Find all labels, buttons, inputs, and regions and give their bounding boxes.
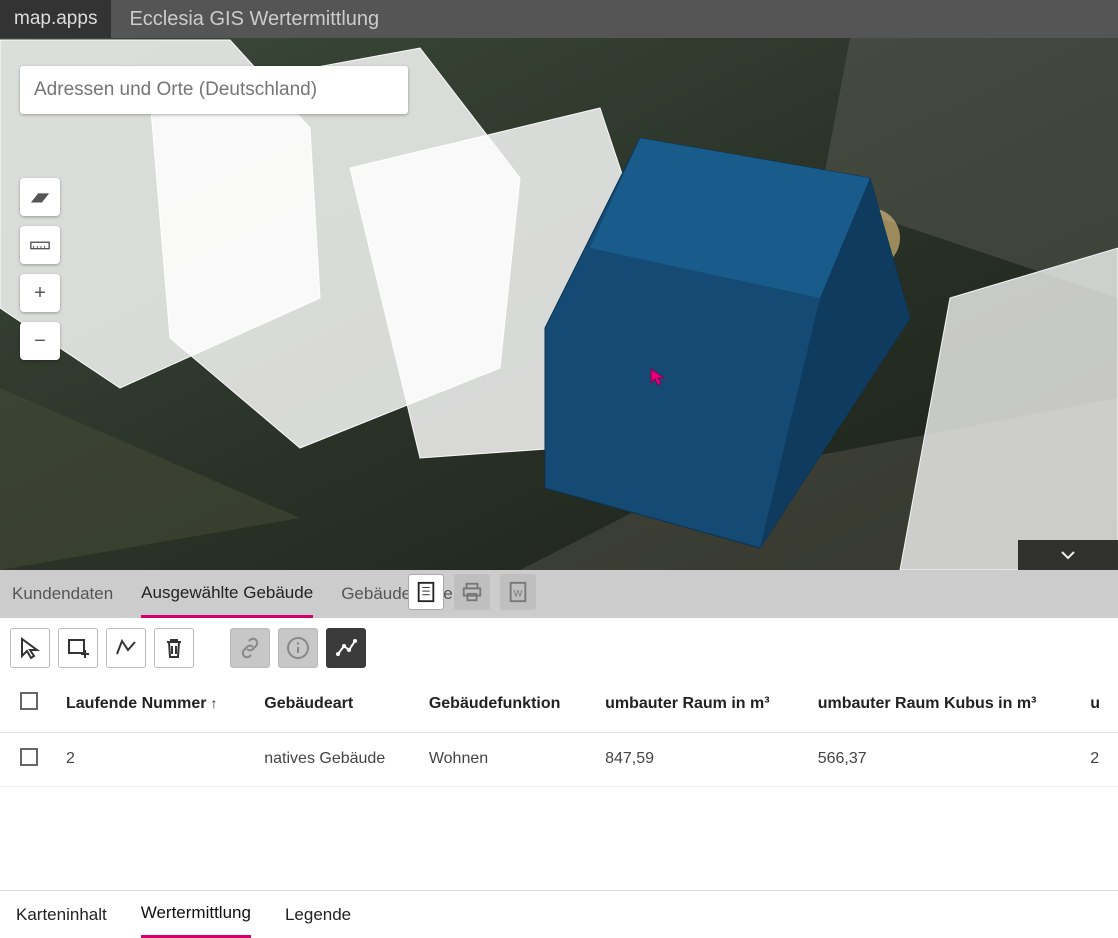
- polygon-icon: [114, 636, 138, 660]
- collapse-panel-button[interactable]: [1018, 540, 1118, 570]
- table-header-row: Laufende Nummer↑ Gebäudeart Gebäudefunkt…: [0, 676, 1118, 732]
- view2d-icon: [29, 237, 51, 253]
- info-button: [278, 628, 318, 668]
- panel-tabbar: Kundendaten Ausgewählte Gebäude Gebäudew…: [0, 570, 1118, 618]
- select-all-checkbox[interactable]: [20, 692, 38, 710]
- tab-legende[interactable]: Legende: [285, 891, 351, 938]
- graph-icon: [334, 636, 358, 660]
- view-3d-button[interactable]: [20, 178, 60, 216]
- map-3d-scene: [0, 38, 1118, 570]
- tab-kundendaten[interactable]: Kundendaten: [12, 570, 113, 618]
- map-controls: + −: [20, 178, 60, 360]
- cursor-icon: [650, 368, 666, 386]
- cell-funktion: Wohnen: [415, 732, 591, 786]
- page-title: Ecclesia GIS Wertermittlung: [129, 8, 379, 31]
- col-gebaeudeart[interactable]: Gebäudeart: [250, 676, 415, 732]
- address-search[interactable]: [20, 66, 408, 114]
- print-icon: [461, 581, 483, 603]
- cell-raum: 847,59: [591, 732, 804, 786]
- col-extra[interactable]: u: [1076, 676, 1118, 732]
- col-umbauter-raum-kubus[interactable]: umbauter Raum Kubus in m³: [804, 676, 1077, 732]
- add-rect-icon: [66, 636, 90, 660]
- buildings-panel: Laufende Nummer↑ Gebäudeart Gebäudefunkt…: [0, 618, 1118, 890]
- address-search-input[interactable]: [34, 79, 394, 101]
- map-view[interactable]: + −: [0, 38, 1118, 570]
- col-umbauter-raum[interactable]: umbauter Raum in m³: [591, 676, 804, 732]
- tab-wertermittlung[interactable]: Wertermittlung: [141, 891, 251, 938]
- report-text-button[interactable]: [408, 574, 444, 610]
- select-tool-button[interactable]: [10, 628, 50, 668]
- pointer-icon: [18, 636, 42, 660]
- delete-button[interactable]: [154, 628, 194, 668]
- zoom-in-button[interactable]: +: [20, 274, 60, 312]
- link-button: [230, 628, 270, 668]
- svg-text:W: W: [514, 589, 523, 599]
- export-word-button[interactable]: W: [500, 574, 536, 610]
- app-logo: map.apps: [0, 0, 111, 38]
- info-icon: [286, 636, 310, 660]
- cell-kubus: 566,37: [804, 732, 1077, 786]
- sort-asc-icon: ↑: [210, 695, 217, 711]
- cell-last: 2: [1076, 732, 1118, 786]
- tab-ausgewaehlte-gebaeude[interactable]: Ausgewählte Gebäude: [141, 570, 313, 618]
- print-button[interactable]: [454, 574, 490, 610]
- cell-art: natives Gebäude: [250, 732, 415, 786]
- cell-nummer: 2: [52, 732, 250, 786]
- chevron-down-icon: [1060, 550, 1076, 560]
- row-checkbox[interactable]: [20, 748, 38, 766]
- trash-icon: [162, 636, 186, 660]
- graph-button[interactable]: [326, 628, 366, 668]
- col-gebaeudefunktion[interactable]: Gebäudefunktion: [415, 676, 591, 732]
- zoom-out-button[interactable]: −: [20, 322, 60, 360]
- panel-actions: W: [408, 574, 536, 610]
- app-header: map.apps Ecclesia GIS Wertermittlung: [0, 0, 1118, 38]
- add-rectangle-button[interactable]: [58, 628, 98, 668]
- bottom-tabbar: Karteninhalt Wertermittlung Legende: [0, 890, 1118, 938]
- tab-karteninhalt[interactable]: Karteninhalt: [16, 891, 107, 938]
- polygon-tool-button[interactable]: [106, 628, 146, 668]
- buildings-table: Laufende Nummer↑ Gebäudeart Gebäudefunkt…: [0, 676, 1118, 787]
- view-2d-button[interactable]: [20, 226, 60, 264]
- table-row[interactable]: 2 natives Gebäude Wohnen 847,59 566,37 2: [0, 732, 1118, 786]
- word-doc-icon: W: [507, 581, 529, 603]
- link-icon: [238, 636, 262, 660]
- buildings-toolbar: [0, 618, 1118, 676]
- col-laufende-nummer[interactable]: Laufende Nummer↑: [52, 676, 250, 732]
- document-icon: [415, 581, 437, 603]
- view3d-icon: [29, 189, 51, 205]
